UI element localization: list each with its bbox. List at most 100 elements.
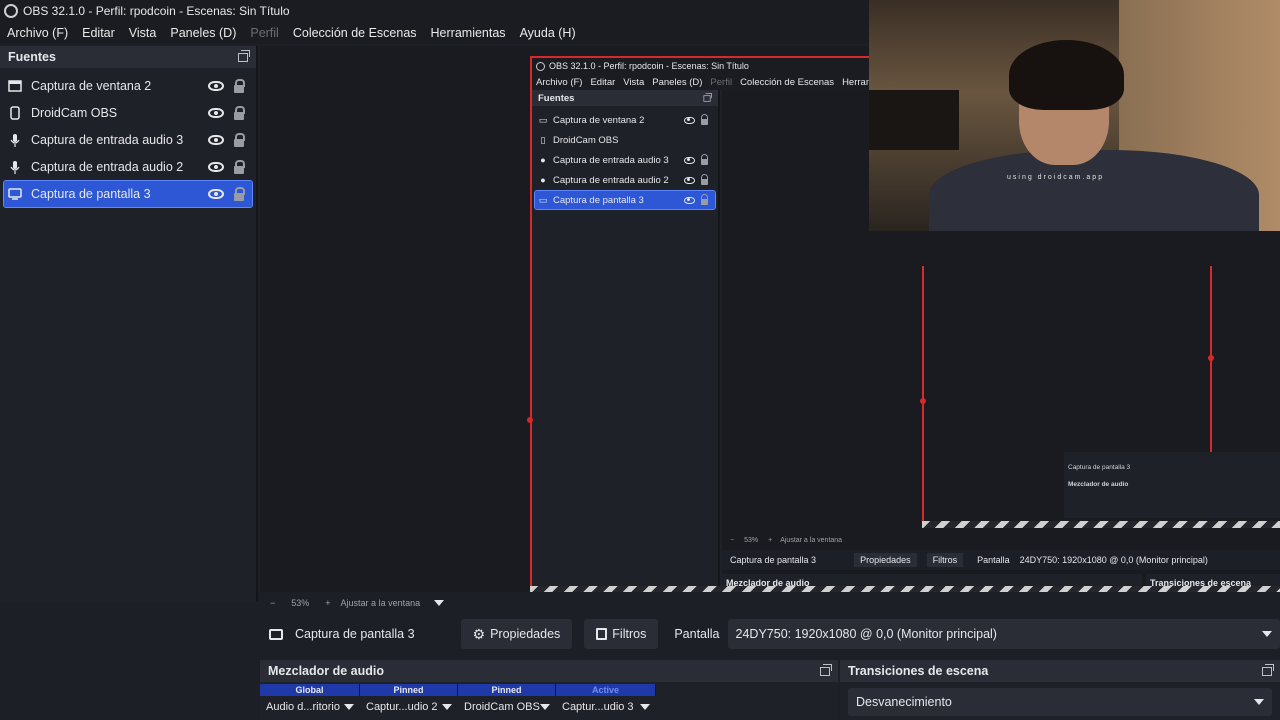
nested-fit-label: Ajustar a la ventana [780, 536, 843, 544]
lock-icon[interactable] [234, 105, 245, 120]
undock-icon[interactable] [238, 49, 250, 62]
nested-zoom-bar: − 53% + Ajustar a la ventana [722, 534, 1280, 546]
mixer-channel[interactable]: Captur...udio 2 [360, 699, 458, 715]
visibility-eye-icon[interactable] [208, 162, 224, 172]
recursion-stripes [530, 586, 1280, 592]
transition-select[interactable]: Desvanecimiento [848, 688, 1272, 716]
nested-ctx-source: Captura de pantalla 3 [730, 555, 817, 565]
deep-echo-mixer: Mezclador de audio [1068, 481, 1129, 488]
visibility-eye-icon[interactable] [208, 108, 224, 118]
webcam-watermark: using droidcam.app [1007, 174, 1105, 181]
nested-menu-item: Editar [590, 76, 616, 88]
visibility-eye-icon[interactable] [208, 189, 224, 199]
lock-icon [701, 154, 708, 165]
nested-menu-item: Paneles (D) [652, 76, 703, 88]
lock-icon[interactable] [234, 159, 245, 174]
chevron-down-icon [1262, 631, 1272, 637]
audio-mixer-header: Mezclador de audio [260, 660, 838, 682]
visibility-eye-icon[interactable] [208, 135, 224, 145]
zoom-bar: − 53% + Ajustar a la ventana [260, 594, 1280, 612]
microphone-icon [8, 160, 22, 174]
phone-icon: ▯ [540, 134, 546, 145]
selection-border [922, 266, 924, 524]
nested-menu-item: Vista [623, 76, 645, 88]
menu-ayuda[interactable]: Ayuda (H) [513, 26, 583, 40]
zoom-out-button[interactable]: − [270, 598, 275, 608]
mixer-tab-pinned[interactable]: Pinned [458, 684, 556, 696]
lock-icon [701, 114, 708, 125]
nested-source-label: Captura de entrada audio 2 [553, 174, 669, 186]
menu-herramientas[interactable]: Herramientas [424, 26, 513, 40]
nested-screen-label: Pantalla [977, 555, 1010, 565]
lock-icon[interactable] [234, 132, 245, 147]
undock-icon[interactable] [820, 663, 832, 676]
zoom-dropdown-icon[interactable] [434, 600, 445, 606]
nested-zoom-value: 53% [744, 536, 759, 544]
lock-icon[interactable] [234, 186, 245, 201]
source-item[interactable]: DroidCam OBS [4, 100, 252, 126]
source-item-selected[interactable]: Captura de pantalla 3 [3, 180, 253, 208]
transitions-header: Transiciones de escena [840, 660, 1280, 682]
undock-icon[interactable] [1262, 663, 1274, 676]
monitor-icon [269, 628, 283, 640]
visibility-eye-icon[interactable] [208, 81, 224, 91]
filters-button[interactable]: Filtros [584, 619, 659, 649]
source-item[interactable]: Captura de entrada audio 2 [4, 154, 252, 180]
source-label: Captura de ventana 2 [31, 79, 152, 93]
mixer-channel[interactable]: DroidCam OBS [458, 699, 556, 715]
chevron-down-icon [540, 704, 550, 710]
audio-mixer-dock: Mezclador de audio Global Pinned Pinned … [260, 660, 838, 720]
transitions-title: Transiciones de escena [848, 664, 989, 678]
sources-dock: Fuentes Captura de ventana 2 DroidCam OB… [0, 46, 258, 602]
nested-source-item: ● Captura de entrada audio 3 [535, 151, 715, 169]
monitor-select-value: 24DY750: 1920x1080 @ 0,0 (Monitor princi… [735, 627, 997, 641]
recursion-stripes [922, 521, 1280, 528]
nested-menu-item: Colección de Escenas [740, 76, 835, 88]
nested-source-item: ● Captura de entrada audio 2 [535, 171, 715, 189]
menu-coleccion-escenas[interactable]: Colección de Escenas [286, 26, 424, 40]
nested-menu-item: Archivo (F) [536, 76, 583, 88]
mixer-tabs: Global Pinned Pinned Active [260, 684, 838, 696]
menu-vista[interactable]: Vista [122, 26, 164, 40]
mixer-channel-name: Captur...udio 3 [562, 701, 634, 713]
chevron-down-icon [442, 704, 452, 710]
menu-archivo[interactable]: Archivo (F) [0, 26, 75, 40]
mixer-channel[interactable]: Audio d...ritorio [260, 699, 360, 715]
source-item[interactable]: Captura de ventana 2 [4, 73, 252, 99]
mixer-tab-global[interactable]: Global [260, 684, 360, 696]
nested-source-label: DroidCam OBS [553, 134, 619, 146]
nested-context-bar: Captura de pantalla 3 Propiedades Filtro… [722, 550, 1280, 570]
visibility-eye-icon [684, 176, 695, 184]
nested-source-label: Captura de entrada audio 3 [553, 154, 669, 166]
properties-label: Propiedades [490, 627, 561, 641]
nested-source-label: Captura de pantalla 3 [553, 194, 644, 206]
chevron-down-icon [344, 704, 354, 710]
mixer-tab-pinned[interactable]: Pinned [360, 684, 458, 696]
nested-menu-item: Perfil [710, 76, 733, 88]
chevron-down-icon [1254, 699, 1264, 705]
selection-handle [920, 398, 926, 404]
fit-window-label[interactable]: Ajustar a la ventana [341, 598, 421, 608]
monitor-select[interactable]: 24DY750: 1920x1080 @ 0,0 (Monitor princi… [727, 619, 1280, 649]
undock-icon [703, 92, 712, 102]
mixer-channel[interactable]: Captur...udio 3 [556, 699, 656, 715]
source-item[interactable]: Captura de entrada audio 3 [4, 127, 252, 153]
nested-source-item: ▯ DroidCam OBS [535, 131, 715, 149]
phone-icon [8, 106, 22, 120]
obs-logo-icon [536, 61, 545, 71]
lock-icon[interactable] [234, 78, 245, 93]
context-bar: Captura de pantalla 3 ⚙ Propiedades Filt… [260, 617, 1280, 651]
sources-header: Fuentes [0, 46, 256, 68]
microphone-icon: ● [540, 175, 546, 185]
scene-transitions-dock: Transiciones de escena Desvanecimiento [840, 660, 1280, 720]
nested-filters: Filtros [926, 553, 964, 567]
menu-editar[interactable]: Editar [75, 26, 122, 40]
nested-properties: Propiedades [854, 553, 917, 567]
menu-paneles[interactable]: Paneles (D) [163, 26, 243, 40]
mixer-channel-name: Audio d...ritorio [266, 701, 340, 713]
mixer-tab-active[interactable]: Active [556, 684, 656, 696]
source-label: DroidCam OBS [31, 106, 118, 120]
nested-window-title: OBS 32.1.0 - Perfil: rpodcoin - Escenas:… [549, 61, 749, 71]
properties-button[interactable]: ⚙ Propiedades [460, 619, 573, 649]
zoom-in-button[interactable]: + [325, 598, 330, 608]
